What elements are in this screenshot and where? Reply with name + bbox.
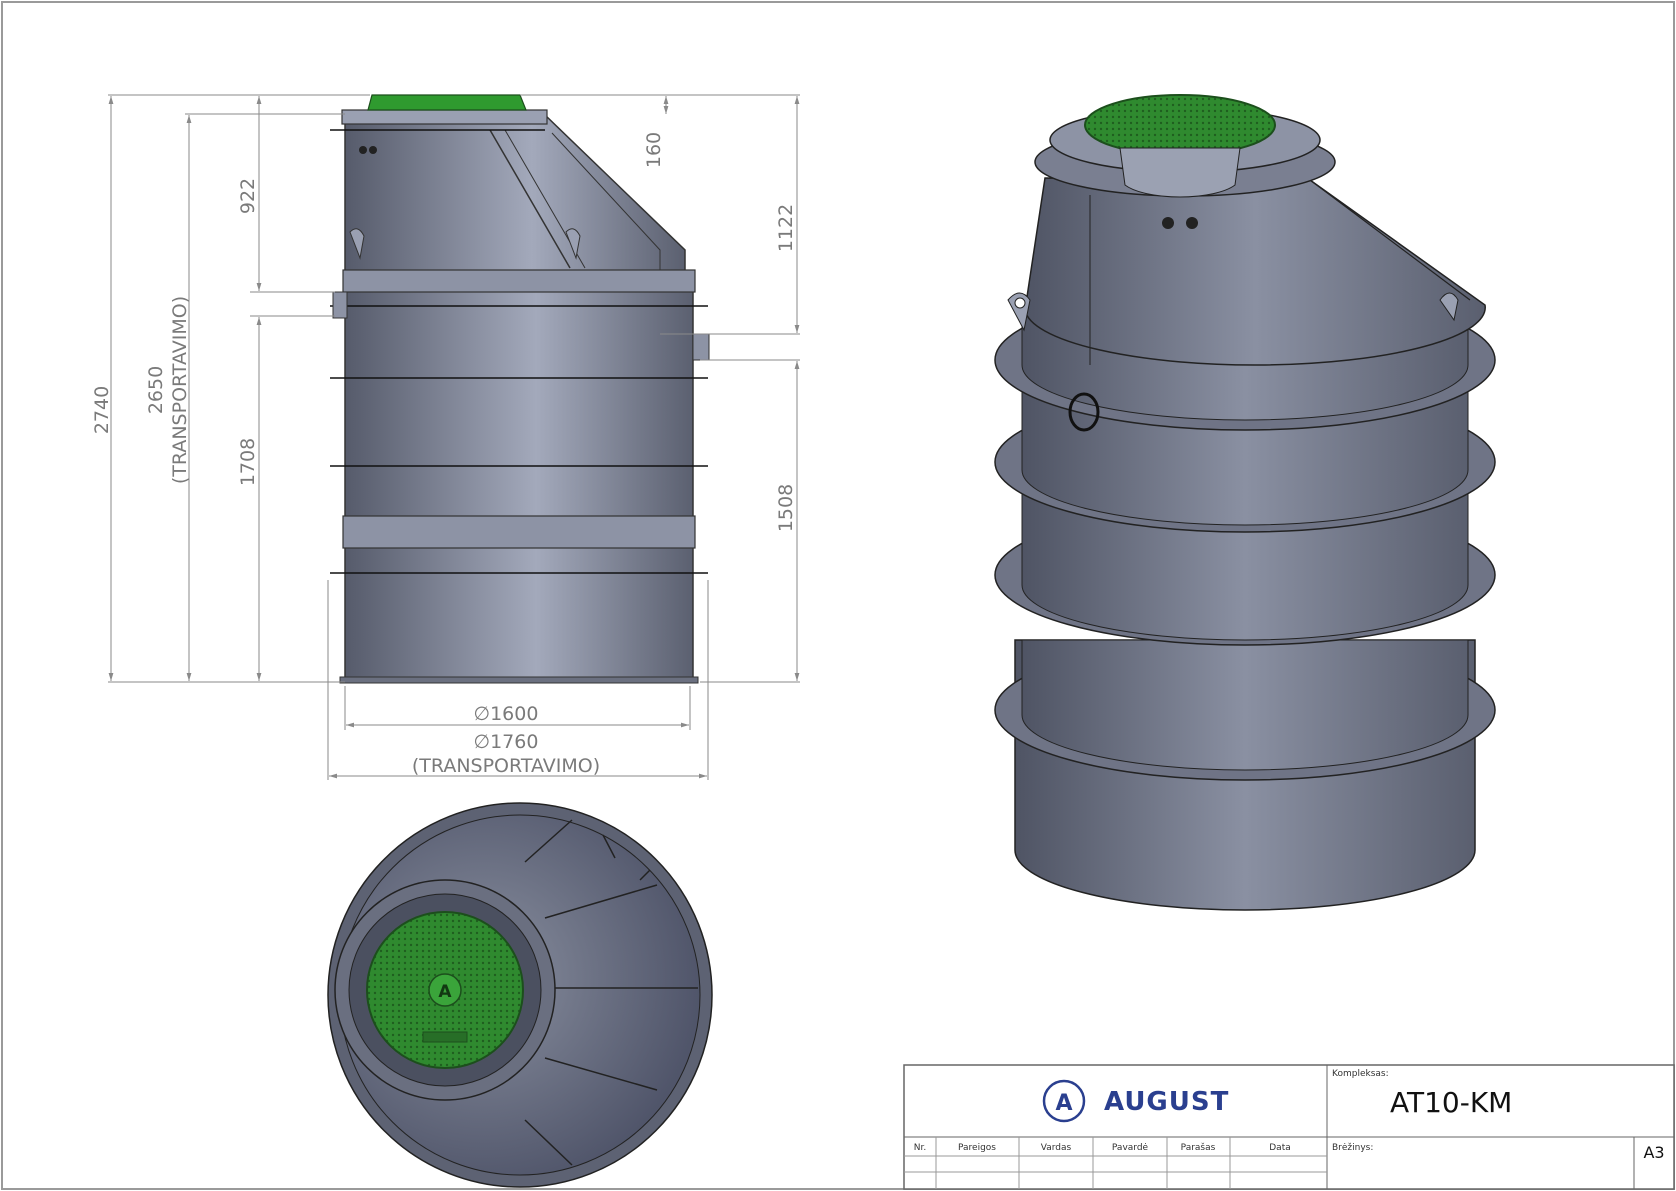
dim-diameter-outer: ∅1760 (474, 731, 539, 753)
dim-outlet-height-top: 1122 (775, 204, 797, 252)
top-view: A (327, 802, 713, 1188)
dim-diameter-inner: ∅1600 (474, 703, 539, 725)
kompleksas-label: Kompleksas: (1332, 1069, 1389, 1079)
kompleksas-value: AT10-KM (1390, 1086, 1512, 1119)
dim-transport-height: 2650 (145, 366, 167, 414)
col-pareigos: Pareigos (958, 1143, 996, 1153)
iso-green-lid (1084, 94, 1276, 156)
side-view-lid (367, 94, 527, 111)
brezinys-label: Brėžinys: (1332, 1143, 1373, 1153)
brand-name: AUGUST (1104, 1087, 1229, 1117)
isometric-view (994, 94, 1496, 911)
sheet-size: A3 (1643, 1143, 1664, 1162)
dim-overall-height: 2740 (91, 386, 113, 434)
logo-letter: A (1055, 1091, 1072, 1116)
col-pavarde: Pavardė (1112, 1143, 1149, 1153)
top-view-lid-logo: A (438, 982, 452, 1002)
dim-outlet-height-bottom: 1508 (775, 484, 797, 532)
side-view-inlet (332, 291, 348, 319)
iso-upper-cone (1024, 177, 1486, 366)
side-view-outlet (692, 333, 710, 361)
col-vardas: Vardas (1041, 1143, 1072, 1153)
col-nr: Nr. (914, 1143, 926, 1153)
dim-diameter-transport-label: (TRANSPORTAVIMO) (412, 755, 600, 777)
side-view (330, 94, 710, 684)
technical-drawing-sheet: 2740 2650 (TRANSPORTAVIMO) 922 1708 160 … (1, 1, 1675, 1190)
side-view-dome (344, 114, 686, 273)
dim-upper-section: 922 (237, 178, 259, 214)
dim-lid-offset: 160 (643, 132, 665, 168)
dim-lower-section: 1708 (237, 438, 259, 486)
dim-transport-label: (TRANSPORTAVIMO) (169, 296, 191, 484)
side-view-collar (341, 109, 548, 125)
col-parasas: Parašas (1181, 1142, 1216, 1153)
col-data: Data (1269, 1143, 1291, 1153)
side-view-body (344, 271, 694, 683)
title-block: A AUGUST Kompleksas: AT10-KM Brėžinys: A… (903, 1064, 1675, 1190)
